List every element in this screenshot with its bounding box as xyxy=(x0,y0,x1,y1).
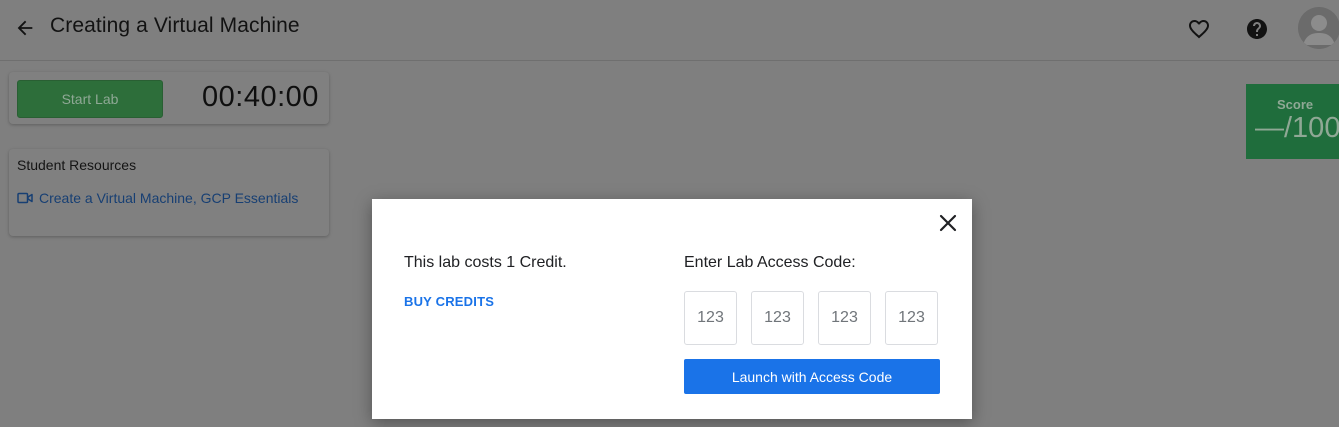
student-resources-title: Student Resources xyxy=(17,157,137,173)
help-button[interactable] xyxy=(1244,16,1270,42)
resource-link-label: Create a Virtual Machine, GCP Essentials xyxy=(39,190,299,206)
launch-with-access-code-button[interactable]: Launch with Access Code xyxy=(684,359,940,394)
access-code-dialog: This lab costs 1 Credit. BUY CREDITS Ent… xyxy=(372,199,972,419)
page-title: Creating a Virtual Machine xyxy=(50,14,300,37)
account-avatar-icon xyxy=(1298,7,1339,49)
score-label: Score xyxy=(1277,97,1314,112)
access-code-input-1[interactable] xyxy=(684,291,737,345)
student-resources-panel: Student Resources Create a Virtual Machi… xyxy=(9,149,329,236)
back-button[interactable] xyxy=(12,15,38,41)
access-code-label: Enter Lab Access Code: xyxy=(684,254,856,271)
resource-link-video[interactable]: Create a Virtual Machine, GCP Essentials xyxy=(17,190,298,206)
lab-cost-text: This lab costs 1 Credit. xyxy=(404,254,567,271)
heart-outline-icon xyxy=(1189,20,1209,39)
access-code-input-4[interactable] xyxy=(885,291,938,345)
close-dialog-button[interactable] xyxy=(936,211,960,235)
arrow-back-icon xyxy=(17,20,33,36)
score-value: —/100 xyxy=(1255,112,1339,144)
app-header: Creating a Virtual Machine xyxy=(0,0,1339,61)
help-circle-icon xyxy=(1247,19,1267,39)
close-icon xyxy=(939,214,957,232)
access-code-input-2[interactable] xyxy=(751,291,804,345)
start-lab-button[interactable]: Start Lab xyxy=(17,80,163,118)
favorite-button[interactable] xyxy=(1186,16,1212,42)
lab-control-panel: Start Lab 00:40:00 xyxy=(9,72,329,124)
score-panel: Score —/100 xyxy=(1246,84,1339,159)
video-camera-icon xyxy=(17,192,33,204)
account-avatar-button[interactable] xyxy=(1298,7,1339,49)
lab-timer: 00:40:00 xyxy=(202,81,319,113)
buy-credits-link[interactable]: BUY CREDITS xyxy=(404,294,494,309)
access-code-input-3[interactable] xyxy=(818,291,871,345)
